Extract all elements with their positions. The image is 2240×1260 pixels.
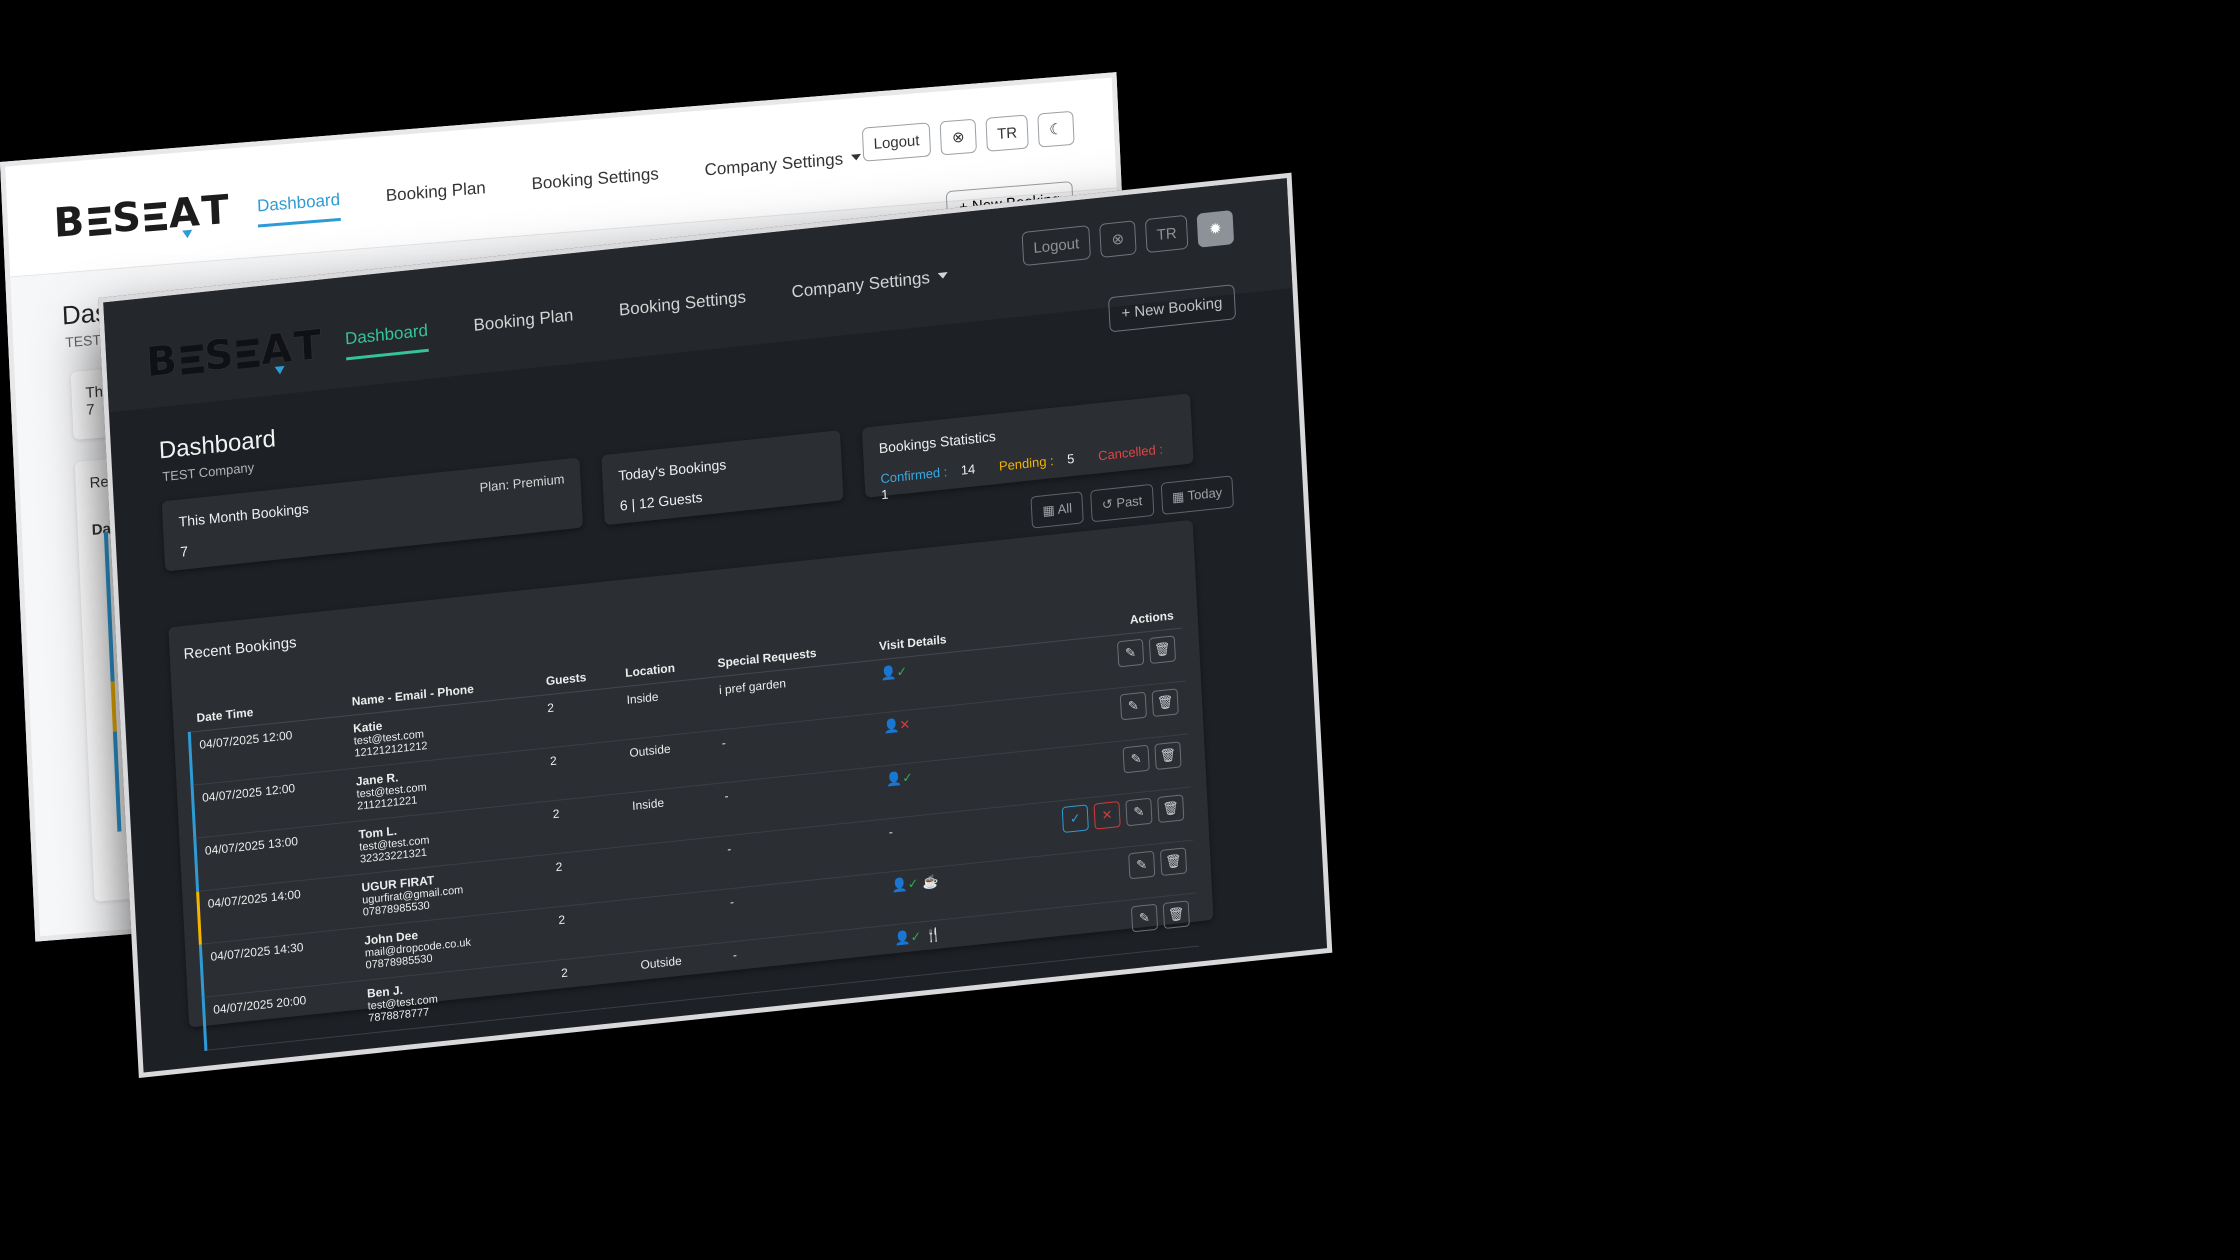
nav-booking-plan[interactable]: Booking Plan [385,178,486,217]
filter-all-label: All [1057,500,1073,517]
top-actions: Logout ⊗ TR ☾ [861,110,1075,162]
cancelled-count: 1 [880,486,889,503]
edit-icon[interactable]: ✎ [1125,797,1153,827]
user-check-icon: 👤✓ [885,769,914,788]
user-check-icon: 👤✓ [880,663,908,682]
trash-icon[interactable]: 🗑 [1162,900,1190,930]
booking-stats-card: Bookings Statistics Confirmed : 14 Pendi… [861,393,1194,502]
cross-icon[interactable]: ✕ [1093,800,1121,830]
edit-icon[interactable]: ✎ [1122,744,1150,774]
user-cancel-icon: 👤✕ [882,716,911,735]
language-button[interactable]: TR [1144,214,1189,254]
cell-guests: 2 [544,793,627,855]
booking-filters: ▦ All ↺ Past ▦ Today [1030,475,1234,529]
dark-theme-screenshot: BSAT Dashboard Booking Plan Booking Sett… [98,172,1333,1078]
pending-label: Pending : [998,452,1055,474]
language-button[interactable]: TR [985,114,1029,152]
filter-all-button[interactable]: ▦ All [1030,491,1084,529]
cell-location [629,889,725,953]
pending-stripe [110,681,117,732]
calendar-icon: ▦ [1042,502,1056,519]
nav-company-settings[interactable]: Company Settings [704,148,862,192]
page-title: Dashboard [158,425,277,465]
nav-dashboard[interactable]: Dashboard [344,320,429,361]
confirmed-count: 14 [960,461,976,478]
user-check-icon: 👤✓ [891,875,919,894]
brand-logo[interactable]: BSAT [53,187,232,247]
today-bookings-title: Today's Bookings [617,456,727,484]
logout-button[interactable]: Logout [861,122,932,162]
main-menu: Dashboard Booking Plan Booking Settings … [344,261,995,361]
close-circle-icon[interactable]: ⊗ [1099,220,1137,258]
cell-guests: 2 [546,846,630,908]
close-circle-icon[interactable]: ⊗ [939,118,977,156]
today-bookings-value: 6 | 12 Guests [619,488,703,514]
logout-button[interactable]: Logout [1021,224,1091,267]
history-icon: ↺ [1101,496,1114,513]
cell-location: Outside [631,942,727,1006]
filter-past-label: Past [1115,492,1143,511]
cell-location [626,836,722,900]
confirmed-label: Confirmed : [880,464,948,487]
confirmed-stripe [112,731,122,832]
main-menu: Dashboard Booking Plan Booking Settings … [256,144,908,228]
edit-icon[interactable]: ✎ [1119,691,1147,721]
cell-guests: 2 [541,740,624,802]
cell-guests: 2 [538,687,621,749]
cancelled-label: Cancelled : [1097,441,1164,464]
edit-icon[interactable]: ✎ [1128,850,1156,880]
cell-guests: 2 [552,952,635,1014]
trash-icon[interactable]: 🗑 [1159,847,1188,877]
cell-visit: 👤✓ 🍴 [885,913,1006,979]
bookings-table: Date Time Name - Email - Phone Guests Lo… [186,601,1199,1051]
edit-icon[interactable]: ✎ [1130,903,1159,933]
recent-bookings-card: Recent Bookings Date Time Name - Email -… [168,519,1214,1051]
user-check-icon: 👤✓ [893,928,922,947]
brand-logo[interactable]: BSAT [145,322,324,387]
pending-count: 5 [1066,450,1075,467]
trash-icon[interactable]: 🗑 [1154,741,1182,771]
today-bookings-card: Today's Bookings 6 | 12 Guests [601,430,844,526]
filter-today-label: Today [1187,484,1223,504]
cell-guests: 2 [549,899,632,961]
nav-booking-settings[interactable]: Booking Settings [618,287,747,331]
nav-company-settings[interactable]: Company Settings [791,266,949,313]
cell-location: Inside [623,783,719,847]
cell-location: Outside [620,730,716,794]
coffee-icon: ☕ [922,873,940,891]
theme-moon-icon[interactable]: ☾ [1037,110,1075,148]
calendar-icon: ▦ [1171,488,1185,505]
recent-bookings-title: Recent Bookings [183,634,297,663]
cell-location: Inside [617,677,714,741]
filter-past-button[interactable]: ↺ Past [1090,483,1155,523]
settings-gear-icon[interactable]: ✹ [1196,209,1235,248]
filter-today-button[interactable]: ▦ Today [1160,475,1234,515]
trash-icon[interactable]: 🗑 [1151,688,1179,718]
trash-icon[interactable]: 🗑 [1157,794,1185,824]
edit-icon[interactable]: ✎ [1116,638,1145,668]
check-icon[interactable]: ✓ [1061,804,1089,834]
top-actions: Logout ⊗ TR ✹ [1021,209,1235,267]
trash-icon[interactable]: 🗑 [1148,635,1177,665]
utensils-icon: 🍴 [924,926,942,944]
nav-dashboard[interactable]: Dashboard [256,189,341,228]
nav-booking-plan[interactable]: Booking Plan [473,305,574,346]
nav-booking-settings[interactable]: Booking Settings [531,164,660,205]
